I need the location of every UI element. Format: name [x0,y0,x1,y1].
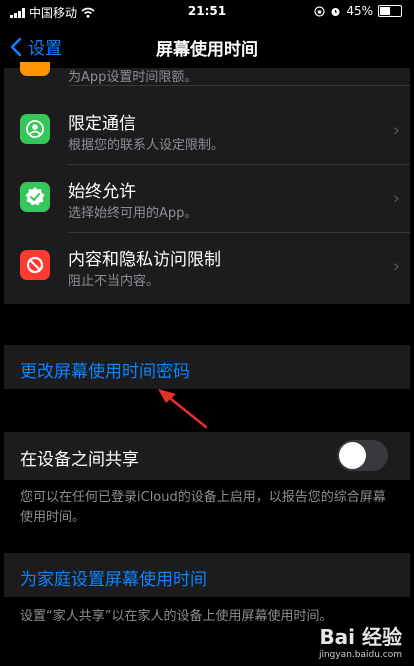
watermark-logo: Bai 经验 jingyan.baidu.com [319,621,402,660]
family-setup-cell[interactable]: 为家庭设置屏幕使用时间 [4,553,410,597]
list-item-title: 内容和隐私访问限制 [68,250,221,270]
family-setup-link[interactable]: 为家庭设置屏幕使用时间 [20,565,207,590]
watermark-brand: Bai 经验 [319,625,402,649]
content-privacy-restrictions-icon [20,250,50,280]
status-bar: 中国移动 21:51 45% [4,0,410,24]
screen-time-settings-screen: 中国移动 21:51 45% 设置 屏幕使用时间 为App设置时间限额。 限定通… [4,0,410,666]
restrictions-group: 为App设置时间限额。 限定通信 根据您的联系人设定限制。 › 始终允许 选择始… [4,62,410,304]
list-item-subtitle: 根据您的联系人设定限制。 [68,138,225,153]
annotation-arrow-icon [158,389,208,429]
chevron-right-icon: › [392,188,400,209]
battery-percentage: 45% [346,4,373,18]
share-footnote: 您可以在任何已登录iCloud的设备上启用，以报告您的综合屏幕使用时间。 [20,490,386,525]
change-passcode-link[interactable]: 更改屏幕使用时间密码 [20,357,190,382]
list-item-title: 始终允许 [68,182,136,202]
alarm-icon [331,7,340,16]
partial-row-subtitle: 为App设置时间限额。 [68,70,198,85]
orientation-lock-icon [314,5,325,17]
communication-limits-icon [20,114,50,144]
watermark-url: jingyan.baidu.com [318,650,402,660]
change-passcode-cell[interactable]: 更改屏幕使用时间密码 [4,345,410,389]
toggle-knob [339,442,366,469]
list-item-subtitle: 选择始终可用的App。 [68,206,198,221]
list-item-subtitle: 阻止不当内容。 [68,274,160,289]
share-across-devices-label: 在设备之间共享 [20,450,139,470]
share-across-devices-toggle[interactable] [337,440,388,471]
list-item-title: 限定通信 [68,114,136,134]
share-across-devices-cell: 在设备之间共享 [4,432,410,480]
battery-icon [378,5,402,17]
always-allowed-icon [20,182,50,212]
list-item-always-allowed[interactable]: 始终允许 选择始终可用的App。 › [4,164,410,232]
chevron-right-icon: › [392,120,400,141]
list-item-content-privacy-restrictions[interactable]: 内容和隐私访问限制 阻止不当内容。 › [4,232,410,300]
page-title: 屏幕使用时间 [156,40,258,60]
navigation-bar: 设置 屏幕使用时间 [4,24,410,68]
list-item-communication-limits[interactable]: 限定通信 根据您的联系人设定限制。 › [4,96,410,164]
app-limits-icon [20,62,50,76]
chevron-right-icon: › [392,256,400,277]
